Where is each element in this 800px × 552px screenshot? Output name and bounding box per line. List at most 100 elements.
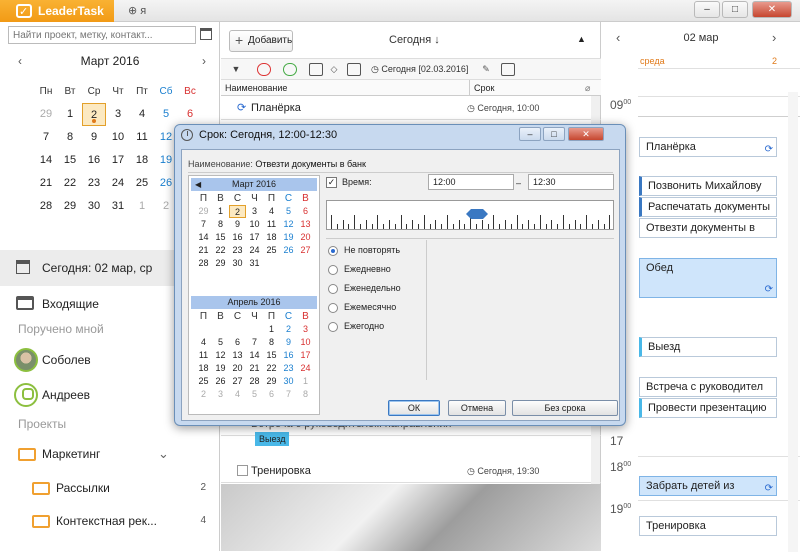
calendar-day[interactable]: 3 [212, 388, 229, 401]
next-day-icon[interactable]: › [772, 30, 776, 45]
date-filter-label[interactable]: ◷ Сегодня [02.03.2016] [371, 64, 468, 75]
calendar-filter-icon[interactable] [347, 63, 361, 76]
minimize-button[interactable]: ‒ [694, 1, 720, 18]
calendar-day[interactable]: 8 [212, 218, 229, 231]
calendar-day[interactable]: 1 [212, 205, 229, 218]
no-term-button[interactable]: Без срока [512, 400, 618, 416]
calendar-day[interactable]: 23 [82, 172, 106, 195]
time-range-handle[interactable] [466, 209, 488, 219]
calendar-day[interactable]: 12 [212, 349, 229, 362]
calendar-day[interactable]: 23 [280, 362, 297, 375]
calendar-day[interactable]: 6 [263, 388, 280, 401]
project-item-mailings[interactable]: Рассылки 2 [0, 470, 220, 506]
repeat-option-label[interactable]: Ежемесячно [344, 302, 396, 312]
calendar-day[interactable]: 3 [297, 323, 314, 336]
column-term[interactable]: Срок [469, 80, 589, 96]
calendar-day[interactable]: 3 [246, 205, 263, 218]
calendar-day[interactable]: 27 [297, 244, 314, 257]
calendar-day[interactable]: 4 [195, 336, 212, 349]
event-item[interactable]: Обед ⟳ [639, 258, 777, 298]
calendar-day[interactable]: 26 [212, 375, 229, 388]
calendar-day[interactable]: 22 [212, 244, 229, 257]
calendar-day[interactable]: 5 [154, 103, 178, 126]
repeat-radio[interactable] [328, 284, 338, 294]
calendar-day[interactable]: 25 [263, 244, 280, 257]
chevron-down-icon[interactable]: ⌄ [158, 436, 169, 472]
calendar-day[interactable]: 4 [130, 103, 154, 126]
calendar-day[interactable]: 31 [106, 195, 130, 218]
calendar-day[interactable]: 21 [195, 244, 212, 257]
calendar-day[interactable]: 28 [195, 257, 212, 270]
calendar-day[interactable]: 21 [246, 362, 263, 375]
calendar-day[interactable]: 16 [229, 231, 246, 244]
calendar-day[interactable]: 2 [280, 323, 297, 336]
prev-month-icon[interactable]: ◀ [195, 178, 201, 191]
event-item[interactable]: Распечатать документы [639, 197, 777, 217]
calendar-day[interactable]: 18 [263, 231, 280, 244]
calendar-day[interactable]: 5 [246, 388, 263, 401]
search-box[interactable] [8, 26, 196, 44]
calendar-day[interactable]: 30 [280, 375, 297, 388]
dialog-close-button[interactable]: ✕ [568, 127, 604, 141]
calendar-day[interactable]: 2 [82, 103, 106, 126]
calendar-day[interactable]: 29 [195, 205, 212, 218]
calendar-day[interactable]: 1 [58, 103, 82, 126]
calendar-day[interactable]: 6 [229, 336, 246, 349]
calendar-day[interactable]: 28 [246, 375, 263, 388]
calendar-day[interactable]: 7 [280, 388, 297, 401]
calendar-day[interactable]: 2 [229, 205, 246, 218]
calendar-day[interactable]: 7 [246, 336, 263, 349]
calendar-day[interactable]: 19 [212, 362, 229, 375]
event-item[interactable]: Забрать детей из ⟳ [639, 476, 777, 496]
calendar-day[interactable]: 30 [229, 257, 246, 270]
calendar-day[interactable]: 15 [212, 231, 229, 244]
calendar-day[interactable]: 12 [280, 218, 297, 231]
calendar-day[interactable]: 1 [130, 195, 154, 218]
scrollbar[interactable] [788, 92, 798, 552]
calendar-day[interactable]: 15 [58, 149, 82, 172]
search-input[interactable] [9, 27, 195, 43]
calendar-day[interactable]: 24 [246, 244, 263, 257]
task-checkbox[interactable] [237, 465, 248, 476]
event-item[interactable]: Выезд [639, 337, 777, 357]
calendar-day[interactable]: 7 [34, 126, 58, 149]
calendar-day[interactable]: 10 [106, 126, 130, 149]
calendar-day[interactable]: 11 [195, 349, 212, 362]
tag-badge[interactable]: Выезд [255, 432, 290, 446]
calendar-day[interactable]: 7 [195, 218, 212, 231]
calendar-day[interactable]: 22 [263, 362, 280, 375]
calendar-day[interactable]: 25 [195, 375, 212, 388]
prev-month-icon[interactable]: ‹ [18, 52, 22, 70]
calendar-day[interactable]: 31 [246, 257, 263, 270]
calendar-day[interactable]: 18 [195, 362, 212, 375]
calendar-day[interactable]: 20 [297, 231, 314, 244]
repeat-option-label[interactable]: Не повторять [344, 245, 400, 255]
calendar-day[interactable]: 19 [280, 231, 297, 244]
calendar-day[interactable]: 9 [280, 336, 297, 349]
task-row[interactable]: Тренировка ◷ Сегодня, 19:30 [221, 459, 601, 483]
calendar-day[interactable]: 1 [263, 323, 280, 336]
project-item-marketing[interactable]: Маркетинг ⌄ [0, 436, 220, 472]
calendar-day[interactable]: 8 [58, 126, 82, 149]
repeat-option-label[interactable]: Еженедельно [344, 283, 401, 293]
calendar-day[interactable]: 11 [263, 218, 280, 231]
calendar-day[interactable]: 10 [246, 218, 263, 231]
calendar-icon[interactable] [200, 28, 212, 40]
calendar-day[interactable]: 28 [34, 195, 58, 218]
calendar-day[interactable]: 14 [246, 349, 263, 362]
filter-icon[interactable]: ▼ [229, 63, 243, 76]
user-filter-icon[interactable] [257, 63, 271, 76]
calendar-day[interactable]: 15 [263, 349, 280, 362]
calendar-day[interactable]: 25 [130, 172, 154, 195]
add-task-button[interactable]: Добавить [229, 30, 293, 52]
dialog-minimize-button[interactable]: ‒ [519, 127, 541, 141]
calendar-day[interactable]: 29 [58, 195, 82, 218]
repeat-radio[interactable] [328, 246, 338, 256]
calendar-day[interactable]: 6 [297, 205, 314, 218]
tag-filter-icon[interactable]: ◇ [327, 63, 341, 76]
folder-filter-icon[interactable] [309, 63, 323, 76]
calendar-day[interactable]: 29 [263, 375, 280, 388]
calendar-day[interactable]: 24 [106, 172, 130, 195]
repeat-option-label[interactable]: Ежегодно [344, 321, 384, 331]
calendar-day[interactable]: 6 [178, 103, 202, 126]
